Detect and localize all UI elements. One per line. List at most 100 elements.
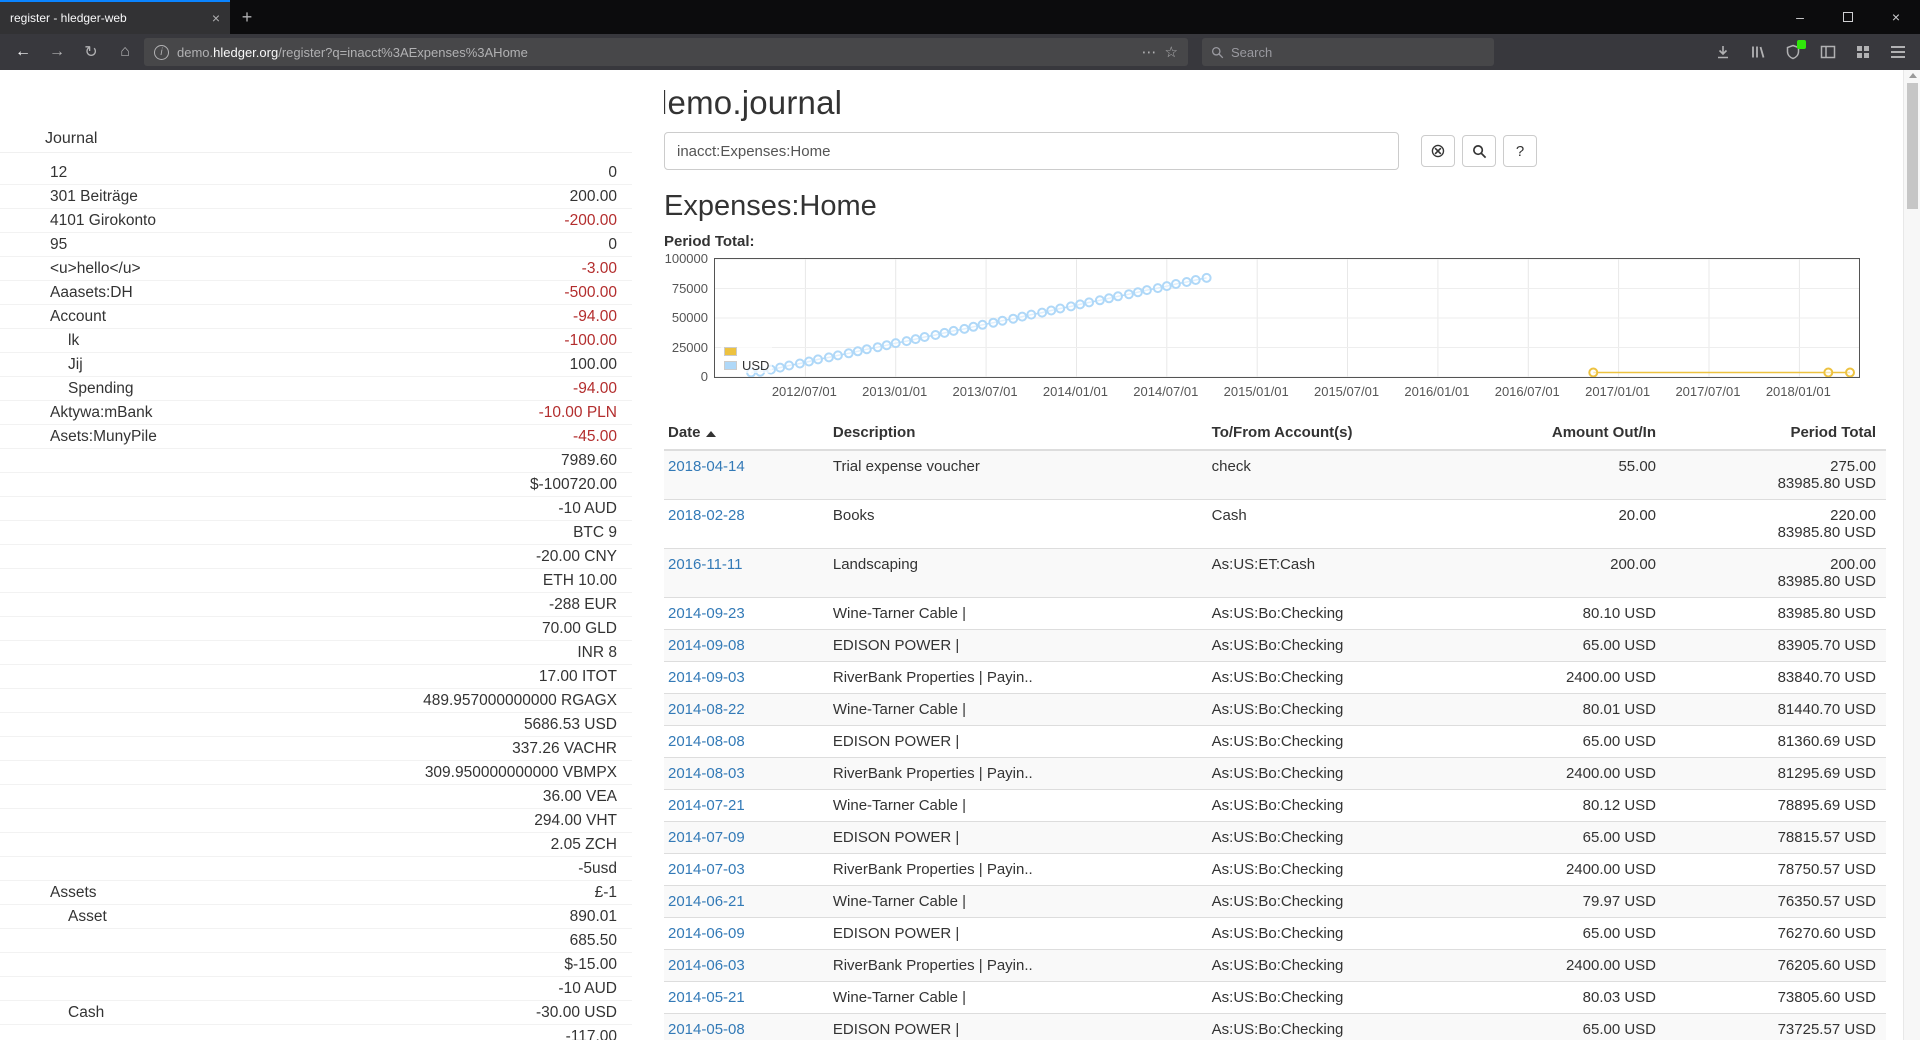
query-input[interactable] <box>664 132 1399 170</box>
sidebar-account-row: BTC 9 <box>0 521 632 545</box>
search-placeholder: Search <box>1231 45 1272 60</box>
account-balance: 7989.60 <box>561 452 632 470</box>
x-axis-tick-label: 2016/01/01 <box>1404 384 1469 399</box>
menu-icon[interactable] <box>1884 38 1912 66</box>
transaction-amount: 80.03 USD <box>1458 982 1666 1014</box>
back-button[interactable]: ← <box>8 38 38 66</box>
grid-apps-icon[interactable] <box>1849 38 1877 66</box>
downloads-icon[interactable] <box>1709 38 1737 66</box>
query-form: ⊗ ? <box>664 132 1886 170</box>
help-button[interactable]: ? <box>1503 135 1537 167</box>
page-scrollbar[interactable] <box>1903 70 1920 1040</box>
column-header-amount[interactable]: Amount Out/In <box>1458 416 1666 450</box>
account-name-link[interactable]: Aaasets:DH <box>0 284 133 302</box>
window-minimize-button[interactable]: – <box>1776 0 1824 34</box>
transaction-date-link[interactable]: 2014-08-08 <box>668 733 745 750</box>
transaction-date-link[interactable]: 2014-06-21 <box>668 893 745 910</box>
browser-search-bar[interactable]: Search <box>1202 38 1494 66</box>
bookmark-star-icon[interactable]: ☆ <box>1165 43 1178 61</box>
sidebar-account-row: INR 8 <box>0 641 632 665</box>
transaction-date-link[interactable]: 2014-07-21 <box>668 797 745 814</box>
account-name-link[interactable]: Jij <box>0 356 83 374</box>
window-restore-button[interactable] <box>1824 0 1872 34</box>
sidebar-account-row: Asset890.01 <box>0 905 632 929</box>
forward-button[interactable]: → <box>42 38 72 66</box>
transaction-date-link[interactable]: 2018-02-28 <box>668 507 745 524</box>
account-name-link[interactable]: 301 Beiträge <box>0 188 138 206</box>
sidebar-account-row: 2.05 ZCH <box>0 833 632 857</box>
reload-button[interactable]: ↻ <box>76 38 106 66</box>
account-name-link[interactable]: Account <box>0 308 106 326</box>
y-axis-tick-label: 100000 <box>664 251 708 266</box>
submit-search-button[interactable] <box>1462 135 1496 167</box>
account-balance: -10 AUD <box>558 980 632 998</box>
account-name-link[interactable]: 4101 Girokonto <box>0 212 156 230</box>
transaction-date-link[interactable]: 2016-11-11 <box>668 556 743 573</box>
x-axis-tick-label: 2017/01/01 <box>1585 384 1650 399</box>
transaction-date-link[interactable]: 2014-09-03 <box>668 669 745 686</box>
url-domain: hledger.org <box>213 45 278 60</box>
account-name-link[interactable]: lk <box>0 332 79 350</box>
account-name-link[interactable]: Cash <box>0 1004 104 1022</box>
transaction-description: EDISON POWER | <box>823 822 1202 854</box>
transaction-description: RiverBank Properties | Payin.. <box>823 950 1202 982</box>
extension-shield-icon[interactable] <box>1779 38 1807 66</box>
url-bar[interactable]: i demo.hledger.org/register?q=inacct%3AE… <box>144 38 1188 66</box>
sidebar-account-row: <u>hello</u>-3.00 <box>0 257 632 281</box>
sidebar-journal-link[interactable]: Journal <box>0 126 632 153</box>
sidebar-toggle-icon[interactable] <box>1814 38 1842 66</box>
transaction-account: check <box>1202 450 1459 500</box>
account-balance: 489.957000000000 RGAGX <box>423 692 632 710</box>
library-icon[interactable] <box>1744 38 1772 66</box>
transaction-date-link[interactable]: 2014-07-03 <box>668 861 745 878</box>
account-name-link[interactable]: Aktywa:mBank <box>0 404 153 422</box>
period-total-cell: 73805.60 USD <box>1666 982 1886 1014</box>
column-header-account[interactable]: To/From Account(s) <box>1202 416 1459 450</box>
x-axis-tick-label: 2018/01/01 <box>1766 384 1831 399</box>
account-name-link[interactable]: <u>hello</u> <box>0 260 141 278</box>
site-info-icon[interactable]: i <box>154 45 169 60</box>
account-name-link[interactable]: 12 <box>0 164 67 182</box>
sidebar-account-row: Account-94.00 <box>0 305 632 329</box>
transaction-date-link[interactable]: 2014-07-09 <box>668 829 745 846</box>
sidebar-account-row: 5686.53 USD <box>0 713 632 737</box>
transaction-date-link[interactable]: 2014-06-03 <box>668 957 745 974</box>
account-balance: 2.05 ZCH <box>551 836 632 854</box>
transaction-account: As:US:Bo:Checking <box>1202 854 1459 886</box>
column-header-description[interactable]: Description <box>823 416 1202 450</box>
transaction-date-link[interactable]: 2014-06-09 <box>668 925 745 942</box>
sidebar-account-row: Cash-30.00 USD <box>0 1001 632 1025</box>
column-header-date[interactable]: Date <box>664 416 823 450</box>
account-name-link[interactable]: Asets:MunyPile <box>0 428 157 446</box>
register-account-heading: Expenses:Home <box>664 190 1886 223</box>
column-header-total[interactable]: Period Total <box>1666 416 1886 450</box>
period-total-cell: 76350.57 USD <box>1666 886 1886 918</box>
account-balance: 337.26 VACHR <box>512 740 632 758</box>
chart-svg <box>715 259 1859 377</box>
window-close-button[interactable]: × <box>1872 0 1920 34</box>
new-tab-button[interactable]: + <box>230 0 264 34</box>
sidebar-account-row: -10 AUD <box>0 977 632 1001</box>
account-name-link[interactable]: Asset <box>0 908 107 926</box>
transaction-date-link[interactable]: 2014-08-03 <box>668 765 745 782</box>
account-balance: 5686.53 USD <box>524 716 632 734</box>
table-row: 2014-09-23Wine-Tarner Cable |As:US:Bo:Ch… <box>664 598 1886 630</box>
home-button[interactable]: ⌂ <box>110 38 140 66</box>
account-name-link[interactable]: Spending <box>0 380 134 398</box>
scroll-up-arrow-icon[interactable] <box>1909 73 1917 78</box>
legend-label: USD <box>742 358 769 373</box>
transaction-date-link[interactable]: 2014-09-23 <box>668 605 745 622</box>
transaction-date-link[interactable]: 2018-04-14 <box>668 458 745 475</box>
transaction-date-link[interactable]: 2014-08-22 <box>668 701 745 718</box>
period-total-cell: 220.0083985.80 USD <box>1666 500 1886 549</box>
page-actions-icon[interactable]: ⋯ <box>1142 43 1157 61</box>
account-name-link[interactable]: 95 <box>0 236 67 254</box>
transaction-date-link[interactable]: 2014-09-08 <box>668 637 745 654</box>
browser-tab[interactable]: register - hledger-web × <box>0 0 230 34</box>
transaction-date-link[interactable]: 2014-05-08 <box>668 1021 745 1038</box>
account-name-link[interactable]: Assets <box>0 884 97 902</box>
scrollbar-thumb[interactable] <box>1907 83 1918 209</box>
transaction-date-link[interactable]: 2014-05-21 <box>668 989 745 1006</box>
tab-close-icon[interactable]: × <box>212 10 220 26</box>
clear-query-button[interactable]: ⊗ <box>1421 135 1455 167</box>
